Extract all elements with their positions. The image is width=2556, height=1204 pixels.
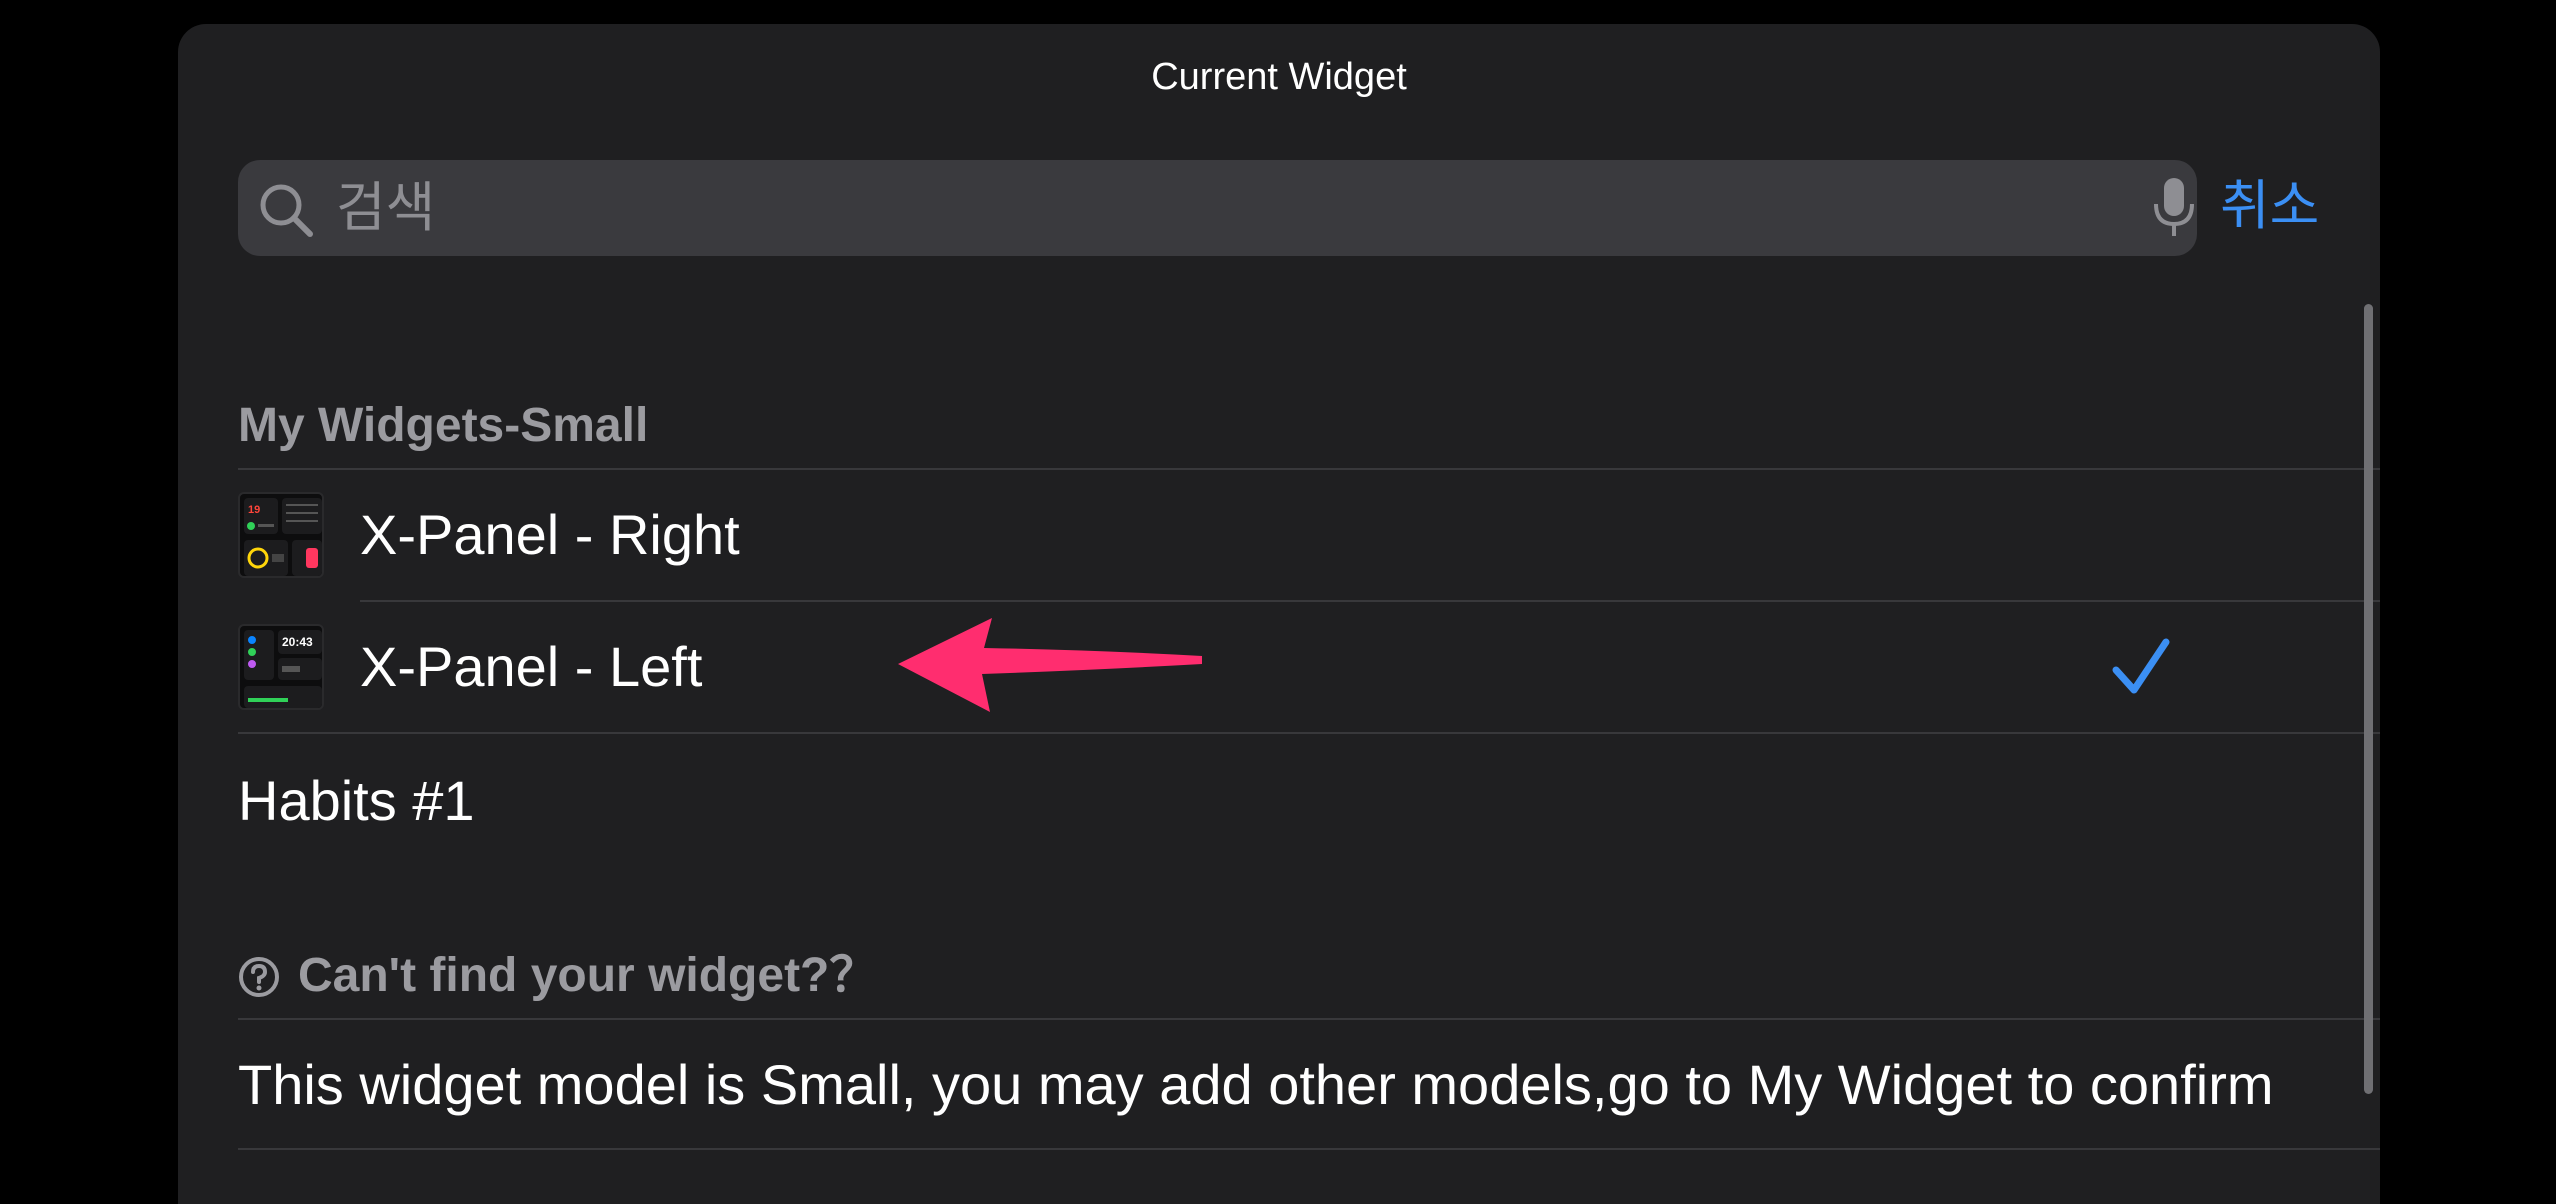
question-circle-icon [239, 957, 279, 997]
thumb-time: 20:43 [282, 635, 313, 649]
divider [238, 1018, 2380, 1020]
list-item-x-panel-left[interactable]: 20:43 X-Panel - Left [238, 602, 2380, 732]
help-info-text: This widget model is Small, you may add … [238, 1053, 2274, 1116]
list-item-label: X-Panel - Left [360, 635, 703, 698]
thumb-date: 19 [248, 504, 260, 516]
scrollbar[interactable] [2364, 304, 2373, 1094]
widget-thumbnail: 20:43 [238, 624, 324, 710]
search-input[interactable]: 검색 [336, 180, 435, 236]
divider [238, 732, 2380, 734]
annotation-arrow-icon [898, 618, 1202, 712]
section-header-my-widgets-small: My Widgets-Small [238, 399, 649, 452]
help-title: Can't find your widget?？ [298, 949, 878, 1002]
widget-preview-image: 19 [244, 498, 322, 576]
divider [238, 1148, 2380, 1150]
widget-picker-sheet: Current Widget 검색 취소 My Widgets-Small 19 [178, 24, 2380, 1204]
widget-preview-image: 20:43 [244, 630, 322, 708]
search-icon [260, 184, 313, 237]
list-item-habits-1[interactable]: Habits #1 [238, 736, 2380, 866]
list-item-x-panel-right[interactable]: 19 X-Panel - Right [238, 470, 2380, 600]
cancel-button[interactable]: 취소 [2220, 170, 2319, 242]
microphone-icon[interactable] [2152, 176, 2196, 240]
list-item-label: X-Panel - Right [360, 503, 740, 566]
widget-thumbnail: 19 [238, 492, 324, 578]
sheet-title: Current Widget [1151, 56, 1407, 98]
checkmark-icon [2112, 638, 2170, 694]
list-item-label: Habits #1 [238, 769, 475, 832]
search-bar[interactable]: 검색 [238, 160, 2197, 256]
